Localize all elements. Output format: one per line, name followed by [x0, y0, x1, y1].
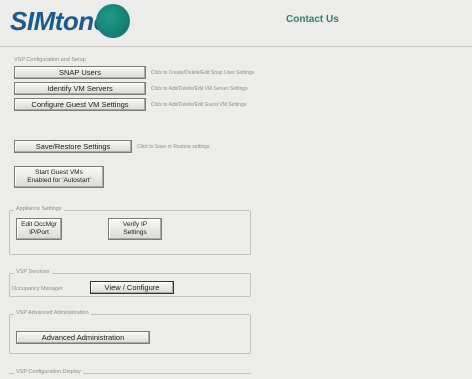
identify-vm-servers-hint: Click to Add/Delete/Edit VM Server Setti… [151, 86, 248, 92]
snap-users-hint: Click to Create/Delete/Edit Snap User Se… [151, 70, 255, 76]
verify-ip-line2: Settings [123, 229, 147, 236]
vsp-config-display-label: VSP Configuration Display [14, 369, 83, 375]
snap-users-button[interactable]: SNAP Users [14, 66, 146, 79]
view-configure-button[interactable]: View / Configure [90, 281, 174, 294]
save-restore-settings-button[interactable]: Save/Restore Settings [14, 140, 132, 153]
save-restore-hint: Click to Save or Restore settings [137, 144, 210, 150]
occupancy-manager-label: Occupancy Manager [12, 286, 63, 292]
contact-us-link[interactable]: Contact Us [286, 14, 339, 25]
vsp-advanced-admin-label: VSP Advanced Administration [14, 310, 91, 316]
logo-circle-icon [96, 4, 130, 38]
edit-occmgr-line2: IP/Port [29, 229, 49, 236]
edit-occmgr-ip-port-button[interactable]: Edit OccMgr IP/Port [16, 218, 62, 240]
logo-text: SIMtone [10, 6, 108, 36]
advanced-administration-button[interactable]: Advanced Administration [16, 331, 150, 344]
start-guest-vms-button[interactable]: Start Guest VMs Enabled for 'Autostart' [14, 166, 104, 188]
configure-guest-vm-settings-button[interactable]: Configure Guest VM Settings [14, 98, 146, 111]
appliance-settings-label: Appliance Settings [14, 206, 64, 212]
header-divider [0, 46, 472, 47]
edit-occmgr-line1: Edit OccMgr [21, 221, 57, 228]
start-guest-vms-line1: Start Guest VMs [35, 169, 83, 176]
verify-ip-settings-button[interactable]: Verify IP Settings [108, 218, 162, 240]
vsp-setup-section-label: VSP Configuration and Setup [14, 57, 86, 63]
start-guest-vms-line2: Enabled for 'Autostart' [27, 177, 91, 184]
vsp-services-label: VSP Services [14, 269, 52, 275]
verify-ip-line1: Verify IP [122, 221, 148, 228]
configure-guest-vm-settings-hint: Click to Add/Delete/Edit Guest VM Settin… [151, 102, 247, 108]
identify-vm-servers-button[interactable]: Identify VM Servers [14, 82, 146, 95]
